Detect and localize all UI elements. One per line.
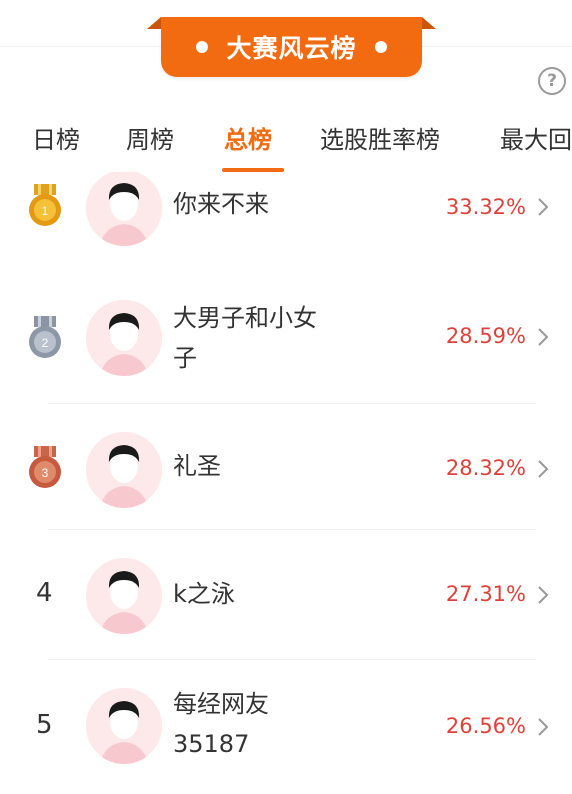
rank-number: 5 [36,710,53,740]
svg-text:2: 2 [42,336,49,350]
avatar[interactable] [86,688,162,764]
tab-weekly[interactable]: 周榜 [126,120,174,155]
user-name: k之泳 [173,580,235,608]
svg-text:3: 3 [42,466,49,480]
list-item[interactable]: 3 礼圣 28.32% [0,404,572,530]
bronze-medal-icon: 3 [29,446,61,488]
banner-title: 大赛风云榜 [226,34,357,63]
chevron-right-icon [538,460,549,478]
banner-dot-left [196,41,209,53]
win-rate-value: 26.56% [445,714,526,738]
win-rate-value: 27.31% [445,582,526,606]
rank-number: 4 [36,578,53,608]
avatar[interactable] [86,300,162,376]
chevron-right-icon [538,328,549,346]
leaderboard-banner: 大赛风云榜 [147,17,436,77]
tab-max-drawdown[interactable]: 最大回 [500,120,572,155]
list-item[interactable]: 2 大男子和小女子 28.59% [0,270,572,404]
tab-win-rate[interactable]: 选股胜率榜 [320,120,440,155]
tab-overall[interactable]: 总榜 [224,120,272,155]
tab-bar: 日榜 周榜 总榜 选股胜率榜 最大回 [0,110,572,170]
user-name: 大男子和小女子 [173,304,317,372]
help-icon[interactable]: ? [538,67,566,95]
ranking-list: 1 你来不来 33.32% 2 大男子和小女子 28.59% 3 礼圣 28.3… [0,172,572,794]
tab-daily[interactable]: 日榜 [32,120,80,155]
win-rate-value: 28.32% [445,456,526,480]
user-name: 每经网友35187 [173,690,269,758]
list-item[interactable]: 4 k之泳 27.31% [0,530,572,660]
user-name: 你来不来 [173,190,269,218]
avatar[interactable] [86,558,162,634]
silver-medal-icon: 2 [29,316,61,358]
win-rate-value: 28.59% [445,324,526,348]
gold-medal-icon: 1 [29,184,61,226]
banner-fold-left [147,17,161,29]
win-rate-value: 33.32% [445,195,526,219]
user-name: 礼圣 [173,452,221,480]
list-item[interactable]: 5 每经网友35187 26.56% [0,660,572,794]
avatar[interactable] [86,172,162,246]
avatar[interactable] [86,432,162,508]
list-item[interactable]: 1 你来不来 33.32% [0,172,572,270]
banner-dot-right [374,41,387,53]
svg-text:1: 1 [42,204,49,218]
chevron-right-icon [538,586,549,604]
chevron-right-icon [538,198,549,216]
banner-fold-right [422,17,436,29]
chevron-right-icon [538,718,549,736]
